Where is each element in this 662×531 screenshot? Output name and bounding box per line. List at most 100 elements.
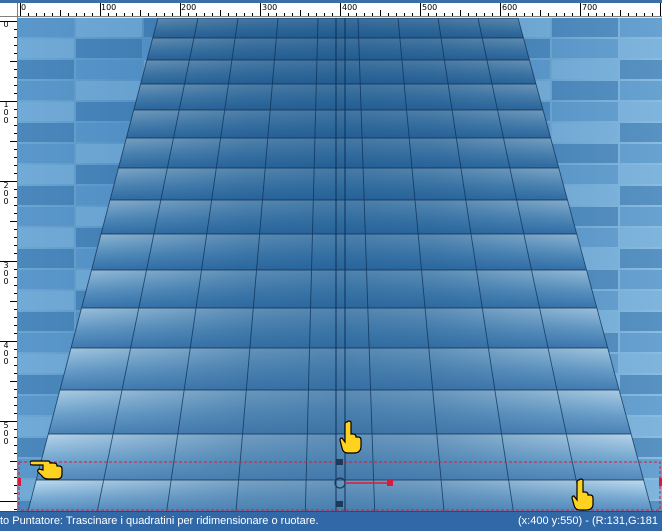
wall-tile (620, 396, 662, 415)
ruler-tick (372, 13, 373, 16)
ruler-tick (540, 10, 541, 16)
ruler-tick (300, 10, 301, 16)
ruler-tick (14, 77, 17, 78)
ruler-tick (0, 181, 17, 182)
ruler-tick (14, 285, 17, 286)
ruler-tick (364, 13, 365, 16)
rotation-handle[interactable] (387, 480, 393, 486)
ruler-tick (140, 10, 141, 16)
wall-tile (620, 375, 662, 394)
ruler-tick (14, 357, 17, 358)
ruler-tick (52, 13, 53, 16)
ruler-tick (0, 421, 17, 422)
ruler-tick (444, 13, 445, 16)
ruler-tick (652, 13, 653, 16)
ruler-tick (14, 325, 17, 326)
ruler-tick (212, 13, 213, 16)
vruler-label-200: 200 (3, 181, 9, 206)
ruler-tick (476, 13, 477, 16)
wall-tile (552, 39, 618, 58)
wall-tile (552, 81, 618, 100)
ruler-tick (260, 3, 261, 16)
ruler-tick (20, 3, 21, 16)
ruler-tick (14, 277, 17, 278)
paint-shop-window: 0 100 200 300 400 500 600 700 0 100 200 … (0, 0, 662, 531)
ruler-tick (468, 13, 469, 16)
ruler-tick (508, 13, 509, 16)
ruler-tick (308, 13, 309, 16)
wall-tile (18, 81, 74, 100)
ruler-tick (14, 485, 17, 486)
ruler-tick (180, 3, 181, 16)
ruler-tick (68, 13, 69, 16)
ruler-tick (236, 13, 237, 16)
ruler-tick (292, 13, 293, 16)
ruler-tick (14, 309, 17, 310)
ruler-tick (396, 13, 397, 16)
ruler-tick (10, 61, 17, 62)
ruler-tick (116, 13, 117, 16)
ruler-tick (84, 13, 85, 16)
ruler-tick (188, 13, 189, 16)
ruler-tick (276, 13, 277, 16)
ruler-tick (228, 13, 229, 16)
ruler-tick (492, 13, 493, 16)
ruler-tick (14, 253, 17, 254)
ruler-tick (356, 13, 357, 16)
ruler-tick (412, 13, 413, 16)
wall-tile (18, 228, 74, 247)
ruler-tick (14, 117, 17, 118)
resize-handle-bottom[interactable] (336, 501, 343, 507)
ruler-tick (420, 3, 421, 16)
ruler-tick (60, 10, 61, 16)
wall-tile (18, 312, 74, 331)
ruler-tick (36, 13, 37, 16)
ruler-label-100: 100 (101, 3, 117, 12)
ruler-tick (220, 10, 221, 16)
ruler-tick (14, 189, 17, 190)
ruler-tick (428, 13, 429, 16)
resize-handle-left[interactable] (18, 478, 21, 486)
wall-tile (552, 60, 618, 79)
ruler-corner (0, 3, 18, 17)
wall-tile (620, 228, 662, 247)
ruler-tick (14, 269, 17, 270)
ruler-tick (10, 221, 17, 222)
pointing-hand-cursor (571, 478, 594, 511)
ruler-tick (14, 493, 17, 494)
ruler-tick (0, 341, 17, 342)
pointing-hand-cursor (30, 460, 63, 480)
wall-tile (620, 333, 662, 352)
ruler-label-300: 300 (262, 3, 278, 12)
wall-tile (620, 39, 662, 58)
ruler-tick (14, 213, 17, 214)
wall-tile (620, 102, 662, 121)
wall-tile (620, 249, 662, 268)
wall-tile (620, 81, 662, 100)
wall-tile (620, 18, 662, 37)
ruler-tick (14, 197, 17, 198)
ruler-tick (108, 13, 109, 16)
ruler-tick (14, 125, 17, 126)
ruler-tick (628, 13, 629, 16)
ruler-tick (324, 13, 325, 16)
wall-tile (552, 123, 618, 142)
wall-tile (620, 123, 662, 142)
ruler-tick (10, 141, 17, 142)
status-bar: to Puntatore: Trascinare i quadratini pe… (0, 511, 662, 531)
resize-handle-top[interactable] (336, 459, 343, 465)
ruler-tick (14, 149, 17, 150)
ruler-tick (164, 13, 165, 16)
wall-tile (620, 270, 662, 289)
ruler-tick (14, 237, 17, 238)
ruler-tick (100, 3, 101, 16)
ruler-label-700: 700 (582, 3, 598, 12)
wall-tile (18, 165, 74, 184)
ruler-tick (14, 53, 17, 54)
ruler-tick (14, 413, 17, 414)
ruler-tick (556, 13, 557, 16)
ruler-tick (636, 13, 637, 16)
ruler-tick (14, 85, 17, 86)
ruler-tick (10, 461, 17, 462)
ruler-tick (14, 37, 17, 38)
